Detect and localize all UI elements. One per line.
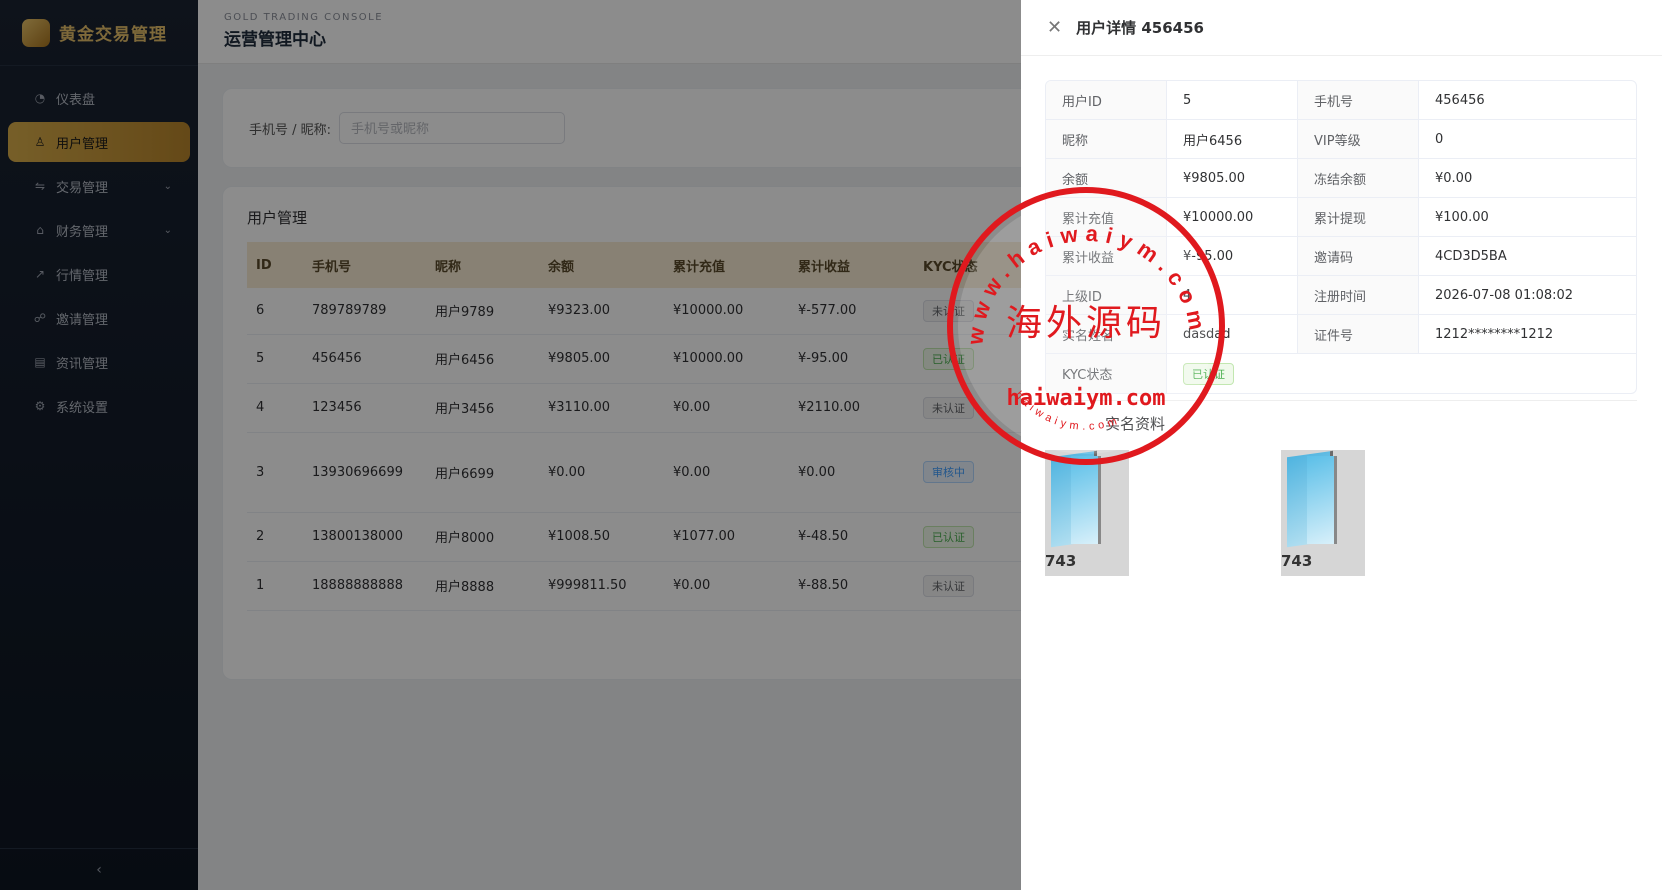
detail-row: 上级ID 4 注册时间 2026-07-08 01:08:02 [1046, 276, 1636, 315]
detail-label: KYC状态 [1046, 354, 1167, 393]
detail-label: 余额 [1046, 159, 1167, 197]
detail-label: 注册时间 [1298, 276, 1419, 314]
user-detail-descriptions: 用户ID 5 手机号 456456 昵称 用户6456 VIP等级 0 余额 ¥… [1045, 80, 1637, 394]
detail-label: 手机号 [1298, 81, 1419, 119]
user-detail-drawer: ✕ 用户详情 456456 用户ID 5 手机号 456456 昵称 用户645… [1021, 0, 1662, 890]
kyc-status-badge: 已认证 [1183, 362, 1234, 385]
image-caption: 743 [1281, 552, 1313, 570]
detail-row: 余额 ¥9805.00 冻结余额 ¥0.00 [1046, 159, 1636, 198]
detail-value: ¥-95.00 [1167, 237, 1298, 275]
detail-value: 4CD3D5BA [1435, 248, 1507, 264]
drawer-title: 用户详情 456456 [1076, 19, 1204, 37]
detail-value: 1212********1212 [1435, 326, 1554, 342]
detail-value: dasdad [1167, 315, 1298, 353]
detail-value: ¥100.00 [1435, 209, 1489, 225]
detail-value: 4 [1167, 276, 1298, 314]
close-icon[interactable]: ✕ [1047, 17, 1062, 38]
detail-value: ¥0.00 [1435, 170, 1473, 186]
detail-label: VIP等级 [1298, 120, 1419, 158]
detail-label: 累计提现 [1298, 198, 1419, 236]
drawer-header: ✕ 用户详情 456456 [1021, 0, 1662, 56]
detail-row: 实名姓名 dasdad 证件号 1212********1212 [1046, 315, 1636, 354]
detail-value: 5 [1167, 81, 1298, 119]
detail-label: 上级ID [1046, 276, 1167, 314]
detail-label: 冻结余额 [1298, 159, 1419, 197]
detail-value: 456456 [1435, 92, 1485, 108]
detail-label: 昵称 [1046, 120, 1167, 158]
detail-value: 0 [1435, 131, 1444, 147]
kyc-section-title: 实名资料 [1045, 400, 1637, 434]
detail-label: 累计收益 [1046, 237, 1167, 275]
detail-row: 昵称 用户6456 VIP等级 0 [1046, 120, 1636, 159]
detail-value: 用户6456 [1167, 120, 1298, 158]
detail-row: 用户ID 5 手机号 456456 [1046, 81, 1636, 120]
detail-label: 累计充值 [1046, 198, 1167, 236]
detail-label: 邀请码 [1298, 237, 1419, 275]
detail-value: ¥10000.00 [1167, 198, 1298, 236]
detail-row: 累计充值 ¥10000.00 累计提现 ¥100.00 [1046, 198, 1636, 237]
id-card-back-image[interactable]: 743 [1281, 450, 1365, 576]
detail-label: 用户ID [1046, 81, 1167, 119]
detail-value: ¥9805.00 [1167, 159, 1298, 197]
detail-row: KYC状态 已认证 [1046, 354, 1636, 393]
detail-row: 累计收益 ¥-95.00 邀请码 4CD3D5BA [1046, 237, 1636, 276]
detail-label: 实名姓名 [1046, 315, 1167, 353]
detail-label: 证件号 [1298, 315, 1419, 353]
image-caption: 743 [1045, 552, 1077, 570]
detail-value: 2026-07-08 01:08:02 [1435, 287, 1574, 303]
id-card-front-image[interactable]: 743 [1045, 450, 1129, 576]
